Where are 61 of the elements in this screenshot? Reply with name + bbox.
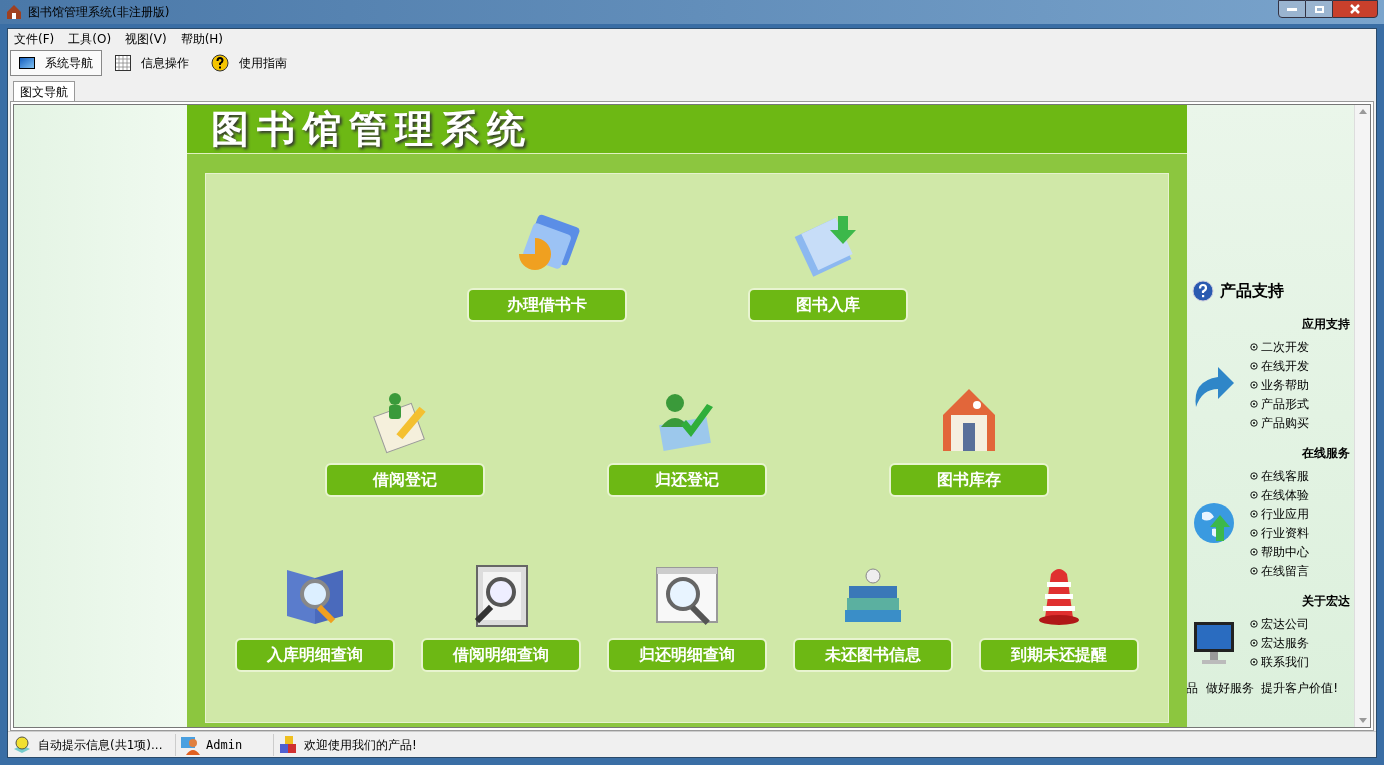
lightbulb-icon [12,734,32,755]
screen-icon [19,57,35,69]
menu-item[interactable]: 帮助(H) [180,30,224,48]
bullet-icon [1250,490,1258,499]
help-icon [211,54,229,72]
section-heading: 在线服务 [1302,445,1350,462]
support-link[interactable]: 产品购买 [1261,413,1309,432]
header-title: 图书馆管理系统 [211,110,533,148]
tab[interactable]: 图文导航 [13,81,75,101]
app-icon [6,4,22,20]
bullet-icon [1250,547,1258,556]
support-link[interactable]: 业务帮助 [1261,375,1309,394]
bullet-icon [1250,566,1258,575]
grid-icon [115,55,131,71]
support-link[interactable]: 宏达公司 [1261,614,1309,633]
support-link[interactable]: 在线留言 [1261,561,1309,580]
scroll-down-icon [1358,718,1367,723]
bullet-icon [1250,380,1258,389]
bullet-icon [1250,399,1258,408]
bullet-icon [1250,638,1258,647]
close-icon [1350,4,1360,14]
bullet-icon [1250,509,1258,518]
support-link[interactable]: 在线体验 [1261,485,1309,504]
support-link[interactable]: 行业应用 [1261,504,1309,523]
status-text: 自动提示信息(共1项)... [38,736,163,754]
cubes-icon [278,734,298,755]
status-text: 欢迎使用我们的产品! [304,736,417,754]
support-link[interactable]: 二次开发 [1261,337,1309,356]
support-link[interactable]: 在线客服 [1261,466,1309,485]
support-link[interactable]: 帮助中心 [1261,542,1309,561]
bullet-icon [1250,342,1258,351]
toolbar-button[interactable]: 系统导航 [10,50,102,76]
maximize-button[interactable] [1306,0,1332,18]
bullet-icon [1250,471,1258,480]
menu-item[interactable]: 视图(V) [125,30,167,48]
support-link[interactable]: 在线开发 [1261,356,1309,375]
bullet-icon [1250,528,1258,537]
monitor-icon [1192,619,1236,666]
user-icon [180,734,200,755]
bullet-icon [1250,418,1258,427]
scrolling-ticker: 品 做好服务 提升客户价值! [1187,680,1340,697]
close-button[interactable] [1332,0,1378,18]
scroll-up-icon [1358,109,1367,114]
support-link[interactable]: 宏达服务 [1261,633,1309,652]
bullet-icon [1250,619,1258,628]
menu-item[interactable]: 文件(F) [14,30,55,48]
bullet-icon [1250,657,1258,666]
section-heading: 关于宏达 [1302,593,1350,610]
bullet-icon [1250,361,1258,370]
menu-item[interactable]: 工具(O) [68,30,112,48]
toolbar-button[interactable]: 信息操作 [106,50,198,76]
section-heading: 应用支持 [1302,316,1350,333]
window-title: 图书馆管理系统(非注册版) [28,4,170,21]
status-text: Admin [206,736,243,754]
minimize-button[interactable] [1278,0,1306,18]
help-icon [1192,280,1214,302]
support-link[interactable]: 行业资料 [1261,523,1309,542]
support-link[interactable]: 联系我们 [1261,652,1309,671]
toolbar-button[interactable]: 使用指南 [202,50,296,76]
support-link[interactable]: 产品形式 [1261,394,1309,413]
support-title: 产品支持 [1220,280,1284,302]
